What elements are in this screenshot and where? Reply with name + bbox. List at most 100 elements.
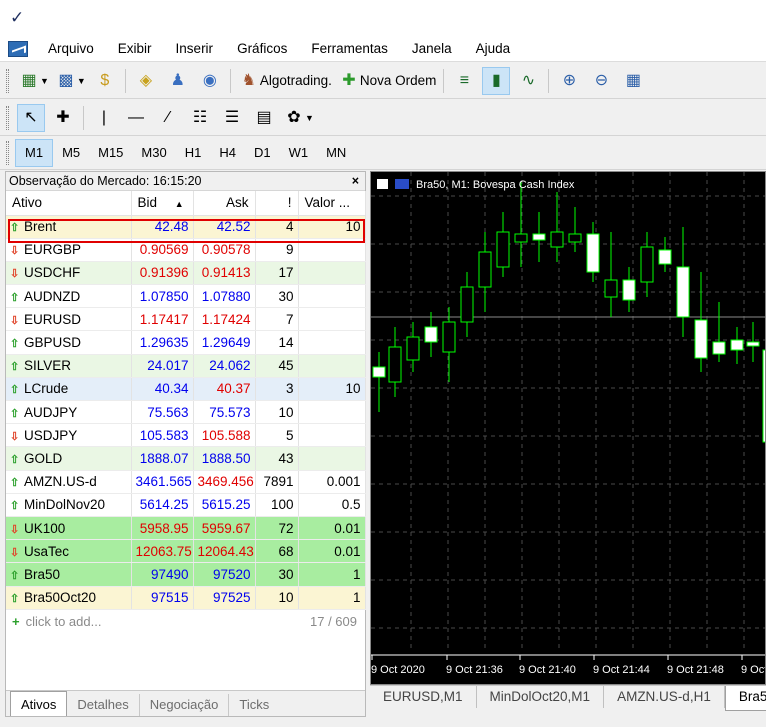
menu-ajuda[interactable]: Ajuda <box>464 36 523 62</box>
symbol-cell[interactable]: ⇧ AUDJPY <box>6 400 132 425</box>
timeframe-h1[interactable]: H1 <box>176 139 211 167</box>
timeframe-m30[interactable]: M30 <box>132 139 175 167</box>
symbol-cell[interactable]: ⇩ USDJPY <box>6 423 132 448</box>
table-row[interactable]: ⇧ AMZN.US-d 3461.565 3469.456 7891 0.001 <box>6 470 366 494</box>
chart-tab-mindoloct20[interactable]: MinDolOct20,M1 <box>477 686 605 708</box>
crosshair-button[interactable]: ✚ <box>49 104 77 132</box>
data-window-button[interactable]: ◈ <box>132 67 160 95</box>
symbol-cell[interactable]: ⇧ AMZN.US-d <box>6 470 132 494</box>
zoom-in-button[interactable]: ⊕ <box>555 67 583 95</box>
horizontal-line-button[interactable]: — <box>122 104 150 132</box>
symbol-cell[interactable]: ⇧ MinDolNov20 <box>6 493 132 517</box>
menu-janela[interactable]: Janela <box>400 36 464 62</box>
spread-cell: 9 <box>255 238 299 262</box>
timeframe-h4[interactable]: H4 <box>210 139 245 167</box>
timeframe-m15[interactable]: M15 <box>89 139 132 167</box>
table-row[interactable]: ⇧ LCrude 40.34 40.37 3 10 <box>6 377 366 402</box>
table-row[interactable]: ⇩ EURGBP 0.90569 0.90578 9 <box>6 238 366 262</box>
symbol-cell[interactable]: ⇩ USDCHF <box>6 261 132 286</box>
table-row[interactable]: ⇧ Brent 42.48 42.52 4 10 <box>6 215 366 239</box>
table-row[interactable]: ⇧ Bra50 97490 97520 30 1 <box>6 562 366 587</box>
text-button[interactable]: ▤ <box>250 104 278 132</box>
table-row[interactable]: ⇧ SILVER 24.017 24.062 45 <box>6 354 366 378</box>
menu-inserir[interactable]: Inserir <box>164 36 226 62</box>
column-header-bid[interactable]: Bid ▲ <box>131 191 194 216</box>
column-header-value[interactable]: Valor ... <box>298 191 366 216</box>
tab-negociacao[interactable]: Negociação <box>140 694 230 716</box>
menu-exibir[interactable]: Exibir <box>106 36 164 62</box>
signals-button[interactable]: ◉ <box>196 67 224 95</box>
new-order-button[interactable]: ✚ Nova Ordem <box>337 67 438 95</box>
vertical-line-button[interactable]: | <box>90 104 118 132</box>
separator <box>229 68 231 93</box>
market-watch-button[interactable]: $ <box>91 67 119 95</box>
navigator-button[interactable]: ♟ <box>164 67 192 95</box>
line-chart-button[interactable]: ∿ <box>514 67 542 95</box>
arrow-up-icon: ⇧ <box>10 569 20 582</box>
symbol-cell[interactable]: ⇧ GOLD <box>6 446 132 471</box>
table-row[interactable]: ⇩ UK100 5958.95 5959.67 72 0.01 <box>6 516 366 541</box>
symbol-cell[interactable]: ⇧ AUDNZD <box>6 284 132 309</box>
profiles-button[interactable]: ▩ ▼ <box>54 67 87 95</box>
symbol-name: UK100 <box>24 520 66 536</box>
cursor-button[interactable]: ↖ <box>17 103 45 132</box>
table-row[interactable]: ⇩ USDJPY 105.583 105.588 5 <box>6 423 366 448</box>
table-row[interactable]: ⇩ UsaTec 12063.75 12064.43 68 0.01 <box>6 539 366 564</box>
tile-windows-button[interactable]: ▦ <box>619 67 647 95</box>
algotrading-button[interactable]: ♞ Algotrading. <box>237 67 333 95</box>
table-row[interactable]: ⇧ AUDNZD 1.07850 1.07880 30 <box>6 284 366 309</box>
tab-ticks[interactable]: Ticks <box>229 694 279 716</box>
toolbar-grip[interactable] <box>6 140 9 165</box>
timeframe-d1[interactable]: D1 <box>245 139 280 167</box>
symbol-cell[interactable]: ⇩ UsaTec <box>6 539 132 564</box>
chart-tab-eurusd[interactable]: EURUSD,M1 <box>370 686 477 708</box>
symbol-cell[interactable]: ⇧ Brent <box>6 215 132 239</box>
timeframe-m1[interactable]: M1 <box>15 138 54 167</box>
chart-window[interactable]: Bra50, M1: Bovespa Cash Index 9 Oct 2020… <box>370 171 766 685</box>
elliott-wave-button[interactable]: ☷ <box>186 104 214 132</box>
table-row[interactable]: ⇧ GOLD 1888.07 1888.50 43 <box>6 446 366 471</box>
profiles-icon: ▩ <box>58 71 74 89</box>
symbol-cell[interactable]: ⇧ Bra50 <box>6 562 132 587</box>
bar-chart-button[interactable]: ≡ <box>450 67 478 95</box>
column-header-ask[interactable]: Ask <box>193 191 256 216</box>
candlestick-button[interactable]: ▮ <box>482 66 511 95</box>
symbol-cell[interactable]: ⇧ LCrude <box>6 377 132 402</box>
table-row[interactable]: ⇧ MinDolNov20 5614.25 5615.25 100 0.5 <box>6 493 366 517</box>
menu-graficos[interactable]: Gráficos <box>225 36 299 62</box>
toolbar-grip[interactable] <box>6 105 9 130</box>
chart-tab-amzn[interactable]: AMZN.US-d,H1 <box>604 686 725 708</box>
toolbar-grip[interactable] <box>6 68 9 93</box>
zoom-out-button[interactable]: ⊖ <box>587 67 615 95</box>
timeframe-w1[interactable]: W1 <box>280 139 318 167</box>
ask-cell: 0.90578 <box>193 238 256 262</box>
menu-ferramentas[interactable]: Ferramentas <box>299 36 400 62</box>
timeframe-m5[interactable]: M5 <box>53 139 89 167</box>
table-row[interactable]: ⇩ USDCHF 0.91396 0.91413 17 <box>6 261 366 286</box>
table-row[interactable]: ⇧ Bra50Oct20 97515 97525 10 1 <box>6 586 366 610</box>
column-header-symbol[interactable]: Ativo <box>6 191 132 216</box>
trendline-button[interactable]: ∕ <box>154 104 182 132</box>
tab-detalhes[interactable]: Detalhes <box>67 694 140 716</box>
menu-arquivo[interactable]: Arquivo <box>36 36 106 62</box>
add-symbol-row[interactable]: + click to add... 17 / 609 <box>6 610 365 634</box>
symbol-cell[interactable]: ⇧ Bra50Oct20 <box>6 586 132 610</box>
symbol-cell[interactable]: ⇩ EURUSD <box>6 307 132 332</box>
symbol-cell[interactable]: ⇩ EURGBP <box>6 238 132 262</box>
column-header-spread[interactable]: ! <box>255 191 299 216</box>
table-row[interactable]: ⇩ EURUSD 1.17417 1.17424 7 <box>6 307 366 332</box>
table-row[interactable]: ⇧ GBPUSD 1.29635 1.29649 14 <box>6 330 366 355</box>
candlestick-chart[interactable]: Bra50, M1: Bovespa Cash Index 9 Oct 2020… <box>371 172 766 684</box>
new-chart-button[interactable]: ▦ ▼ <box>17 67 50 95</box>
chart-tab-bra50[interactable]: Bra5 <box>724 686 766 711</box>
tab-ativos[interactable]: Ativos <box>10 691 68 716</box>
timeframe-mn[interactable]: MN <box>317 139 355 167</box>
shapes-button[interactable]: ✿ ▼ <box>282 104 315 132</box>
app-chart-icon[interactable] <box>8 40 28 57</box>
symbol-cell[interactable]: ⇧ GBPUSD <box>6 330 132 355</box>
fibonacci-button[interactable]: ☰ <box>218 104 246 132</box>
close-icon[interactable]: × <box>352 172 359 191</box>
symbol-cell[interactable]: ⇧ SILVER <box>6 354 132 378</box>
table-row[interactable]: ⇧ AUDJPY 75.563 75.573 10 <box>6 400 366 425</box>
symbol-cell[interactable]: ⇩ UK100 <box>6 516 132 541</box>
